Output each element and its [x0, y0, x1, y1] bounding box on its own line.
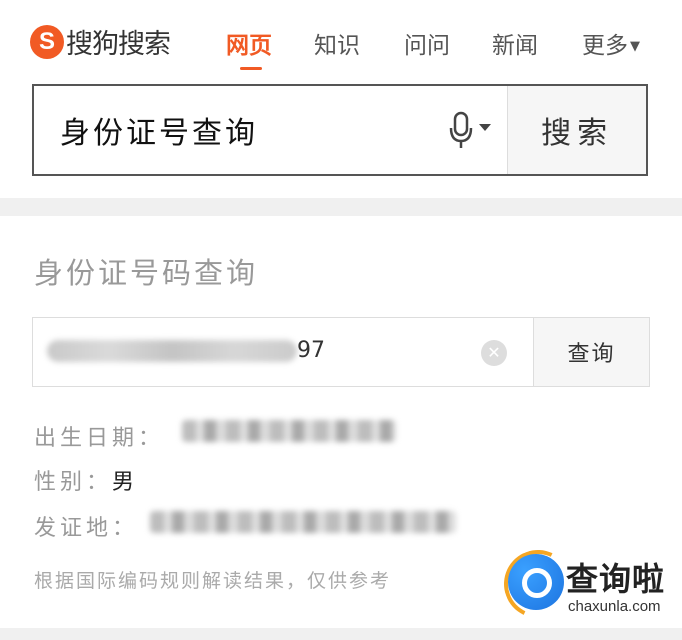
- search-button[interactable]: 搜索: [507, 86, 646, 174]
- blurred-id-digits: [47, 340, 297, 362]
- tab-wenwen[interactable]: 问问: [404, 26, 450, 60]
- tab-web[interactable]: 网页: [226, 26, 272, 60]
- chaxunla-watermark: 查询啦 chaxunla.com: [494, 540, 676, 628]
- birth-date-value-blurred: [182, 420, 396, 442]
- logo-s-icon: S: [30, 24, 64, 59]
- card-title: 身份证号码查询: [34, 256, 259, 290]
- logo-text: 搜狗搜索: [66, 29, 171, 60]
- issue-place-value-blurred: [150, 511, 456, 533]
- tab-news[interactable]: 新闻: [492, 26, 538, 60]
- tab-more[interactable]: 更多 ▼: [582, 26, 640, 60]
- birth-date-row: 出生日期：: [34, 420, 164, 452]
- search-bar: 搜索: [32, 84, 648, 176]
- watermark-title: 查询啦: [566, 560, 666, 598]
- gender-value: 男: [112, 470, 139, 495]
- voice-search-button[interactable]: [435, 86, 507, 174]
- header: S 搜狗搜索 网页 知识 问问 新闻 更多 ▼: [0, 0, 682, 82]
- issue-place-row: 发证地：: [34, 510, 138, 542]
- active-tab-indicator: [240, 67, 262, 70]
- tab-more-label: 更多: [582, 33, 628, 59]
- gender-row: 性别：男: [34, 464, 138, 496]
- search-input[interactable]: [34, 86, 435, 174]
- microphone-icon: [449, 111, 492, 148]
- id-query-box: 97 ✕ 查询: [32, 317, 650, 387]
- birth-date-label: 出生日期：: [34, 426, 165, 451]
- id-number-input[interactable]: 97 ✕: [33, 318, 533, 386]
- tab-knowledge[interactable]: 知识: [314, 26, 360, 60]
- chevron-down-icon: ▼: [630, 39, 640, 54]
- magnifier-logo-icon: [508, 554, 564, 610]
- issue-place-label: 发证地：: [34, 516, 139, 541]
- query-button[interactable]: 查询: [533, 318, 649, 386]
- bottom-divider: [0, 628, 682, 640]
- section-divider: [0, 198, 682, 216]
- watermark-url: chaxunla.com: [568, 598, 661, 615]
- disclaimer-note: 根据国际编码规则解读结果，仅供参考: [34, 570, 392, 592]
- sogou-logo[interactable]: S 搜狗搜索: [30, 22, 171, 61]
- id-visible-suffix: 97: [297, 338, 325, 363]
- gender-label: 性别：: [34, 470, 113, 495]
- clear-icon[interactable]: ✕: [481, 340, 507, 366]
